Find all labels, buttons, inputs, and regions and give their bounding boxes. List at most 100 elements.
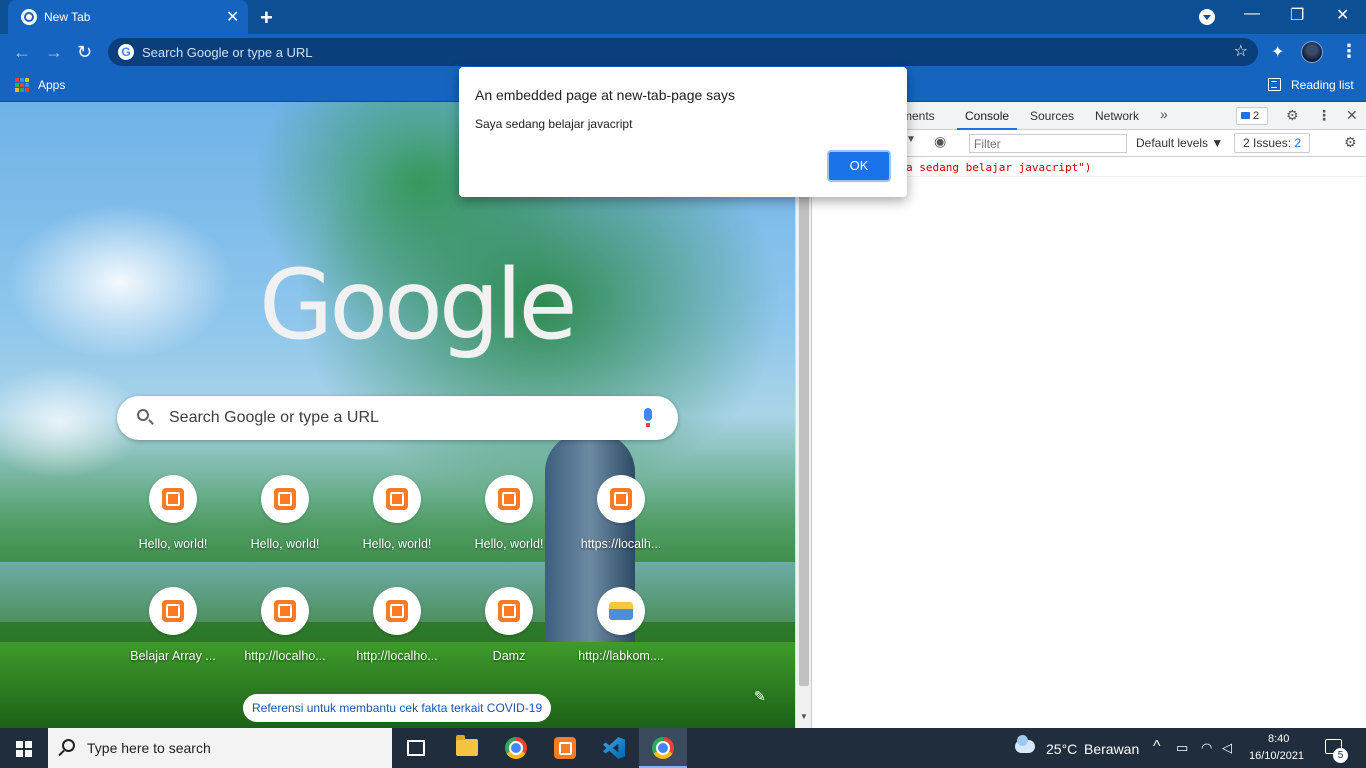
notification-count-badge: 5 <box>1333 748 1348 763</box>
reading-list-button[interactable]: Reading list <box>1291 78 1354 92</box>
issues-count: 2 <box>1294 136 1302 150</box>
xampp-icon <box>274 488 296 510</box>
alert-dialog: An embedded page at new-tab-page says Sa… <box>459 67 907 197</box>
log-levels-dropdown[interactable]: Default levels ▼ <box>1136 136 1223 150</box>
chrome-favicon-icon <box>21 9 37 25</box>
shortcut-tile[interactable]: Damz <box>453 587 565 687</box>
weather-temp[interactable]: 25°C <box>1046 741 1077 757</box>
tab-sources[interactable]: Sources <box>1030 109 1074 123</box>
chrome-menu-icon[interactable]: ⋮ <box>1340 41 1358 62</box>
shortcut-tile[interactable]: Hello, world! <box>341 475 453 575</box>
devtools-close-icon[interactable]: ✕ <box>1346 107 1358 124</box>
xampp-icon[interactable] <box>554 737 576 759</box>
chrome-icon[interactable] <box>505 737 527 759</box>
file-explorer-icon[interactable] <box>456 735 478 756</box>
wifi-icon[interactable]: ◠ <box>1201 740 1212 756</box>
close-window-button[interactable]: ✕ <box>1336 5 1349 25</box>
battery-icon[interactable]: ▭ <box>1176 740 1188 756</box>
dialog-message: Saya sedang belajar javacript <box>475 117 633 131</box>
apps-bookmark[interactable]: Apps <box>38 78 65 92</box>
covid-info-chip[interactable]: Referensi untuk membantu cek fakta terka… <box>243 694 552 722</box>
xampp-icon <box>498 600 520 622</box>
shortcut-label: Hello, world! <box>138 537 208 551</box>
ntp-search-placeholder: Search Google or type a URL <box>169 409 379 426</box>
smk-logo-icon <box>609 602 633 620</box>
clock-date[interactable]: 16/10/2021 <box>1249 750 1304 762</box>
tab-new-tab[interactable]: New Tab ✕ <box>8 0 248 34</box>
restore-button[interactable]: ❐ <box>1290 5 1304 25</box>
shortcut-circle <box>149 587 197 635</box>
windows-start-icon[interactable] <box>16 741 32 757</box>
eye-icon[interactable]: ◉ <box>934 133 946 150</box>
xampp-icon <box>498 488 520 510</box>
xampp-icon <box>386 488 408 510</box>
tab-network[interactable]: Network <box>1095 109 1139 123</box>
shortcut-circle <box>597 475 645 523</box>
messages-badge[interactable]: 2 <box>1236 107 1268 125</box>
shortcut-circle <box>373 587 421 635</box>
active-chrome-taskbar-button[interactable] <box>639 728 687 768</box>
shortcut-tile[interactable]: http://labkom.... <box>565 587 677 687</box>
ok-button[interactable]: OK <box>827 150 891 182</box>
console-filter-input[interactable] <box>969 134 1127 153</box>
scrollbar-thumb[interactable] <box>799 194 809 686</box>
omnibox-placeholder: Search Google or type a URL <box>142 45 313 60</box>
shortcut-label: https://localh... <box>580 537 662 551</box>
speaker-icon[interactable]: ◁ <box>1222 740 1232 756</box>
extensions-icon[interactable]: ✦ <box>1271 42 1284 62</box>
shortcut-circle <box>149 475 197 523</box>
clock-time[interactable]: 8:40 <box>1268 733 1289 745</box>
new-tab-button[interactable]: + <box>260 5 273 31</box>
devtools-settings-icon[interactable]: ⚙ <box>1286 107 1299 124</box>
shortcut-label: Hello, world! <box>474 537 544 551</box>
google-g-icon: G <box>118 44 134 60</box>
taskbar-search-placeholder: Type here to search <box>87 740 211 756</box>
shortcut-tile[interactable]: Belajar Array ... <box>117 587 229 687</box>
issues-button[interactable]: 2 Issues: 2 <box>1234 133 1311 153</box>
tab-title: New Tab <box>44 10 91 24</box>
minimize-button[interactable]: — <box>1244 5 1260 23</box>
search-icon <box>137 409 149 421</box>
shortcut-tile[interactable]: http://localho... <box>229 587 341 687</box>
xampp-icon <box>274 600 296 622</box>
weather-cloud-icon[interactable] <box>1015 735 1035 753</box>
browser-titlebar: New Tab ✕ + — ❐ ✕ <box>0 0 1366 34</box>
bookmark-star-icon[interactable]: ☆ <box>1234 41 1248 61</box>
taskbar-search[interactable]: Type here to search <box>48 728 392 768</box>
xampp-icon <box>162 600 184 622</box>
task-view-icon[interactable] <box>407 740 425 756</box>
shortcut-tile[interactable]: Hello, world! <box>229 475 341 575</box>
shortcut-tile[interactable]: Hello, world! <box>453 475 565 575</box>
shortcut-label: Hello, world! <box>362 537 432 551</box>
back-button[interactable]: ← <box>13 42 31 63</box>
xampp-icon <box>162 488 184 510</box>
tab-close-icon[interactable]: ✕ <box>226 7 239 27</box>
shortcut-label: Damz <box>492 649 526 663</box>
devtools-menu-icon[interactable]: ⋮ <box>1317 107 1331 124</box>
weather-desc[interactable]: Berawan <box>1084 741 1139 757</box>
console-settings-icon[interactable]: ⚙ <box>1344 134 1357 151</box>
shortcut-tile[interactable]: Hello, world! <box>117 475 229 575</box>
microphone-icon[interactable] <box>644 408 652 427</box>
tab-console[interactable]: Console <box>956 109 1018 130</box>
pencil-icon[interactable]: ✎ <box>754 688 766 705</box>
forward-button[interactable]: → <box>45 42 63 63</box>
tray-chevron-icon[interactable]: ^ <box>1153 738 1161 756</box>
profile-avatar[interactable] <box>1301 41 1323 63</box>
shortcut-circle <box>485 587 533 635</box>
context-dropdown-icon[interactable]: ▼ <box>906 134 916 145</box>
shortcut-label: http://labkom.... <box>578 649 664 663</box>
reading-list-icon[interactable] <box>1268 78 1281 91</box>
shortcut-tile[interactable]: http://localho... <box>341 587 453 687</box>
ntp-search-box[interactable]: Search Google or type a URL <box>117 396 678 440</box>
shortcut-tile[interactable]: https://localh... <box>565 475 677 575</box>
apps-grid-icon[interactable] <box>15 78 29 92</box>
more-tabs-icon[interactable]: » <box>1160 106 1168 122</box>
tab-search-icon[interactable] <box>1199 9 1215 25</box>
omnibox[interactable]: G Search Google or type a URL ☆ <box>108 38 1258 66</box>
scroll-down-arrow-icon[interactable]: ▼ <box>800 712 808 721</box>
vscode-icon[interactable] <box>603 737 625 759</box>
shortcut-circle <box>261 587 309 635</box>
dialog-title: An embedded page at new-tab-page says <box>475 87 735 103</box>
reload-button[interactable]: ↻ <box>77 42 92 63</box>
